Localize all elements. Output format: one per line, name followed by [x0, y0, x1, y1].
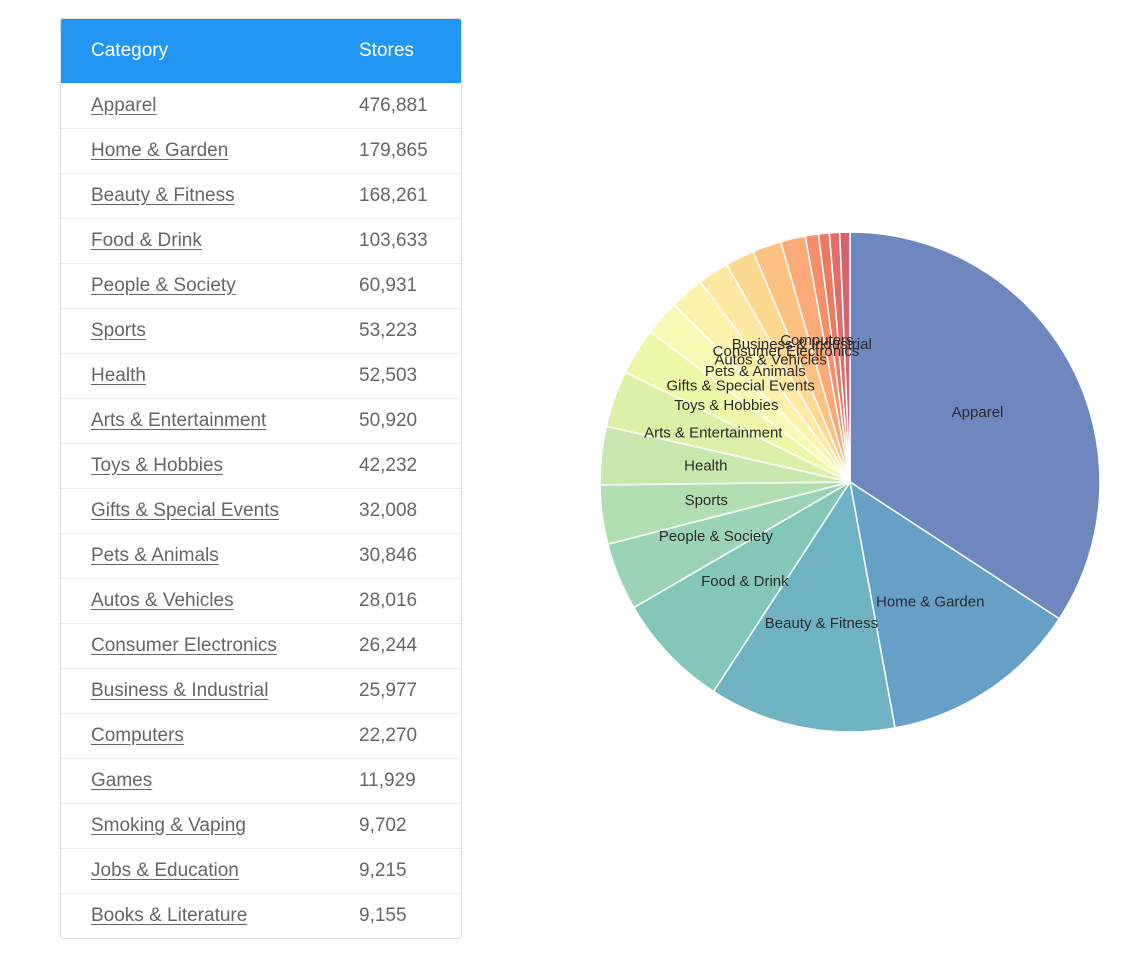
category-link[interactable]: Consumer Electronics — [91, 635, 277, 656]
pie-label: People & Society — [659, 528, 774, 545]
header-category: Category — [61, 19, 359, 83]
pie-label: Gifts & Special Events — [667, 378, 815, 395]
table-row: Business & Industrial 25,977 — [61, 668, 461, 714]
category-cell: Jobs & Education — [61, 848, 359, 894]
pie-label: Health — [684, 458, 727, 475]
category-cell: Toys & Hobbies — [61, 443, 359, 489]
category-link[interactable]: Business & Industrial — [91, 680, 268, 701]
table-row: Sports 53,223 — [61, 308, 461, 354]
category-link[interactable]: Arts & Entertainment — [91, 410, 266, 431]
stores-count: 53,223 — [359, 308, 461, 354]
category-cell: Business & Industrial — [61, 668, 359, 714]
category-link[interactable]: Food & Drink — [91, 230, 202, 251]
table-row: Computers 22,270 — [61, 713, 461, 759]
category-link[interactable]: Health — [91, 365, 146, 386]
pie-label: Apparel — [952, 404, 1004, 421]
stores-count: 60,931 — [359, 263, 461, 309]
category-link[interactable]: Beauty & Fitness — [91, 185, 235, 206]
stores-count: 9,155 — [359, 893, 461, 938]
table-row: Books & Literature 9,155 — [61, 893, 461, 938]
table-row: Games 11,929 — [61, 758, 461, 804]
category-cell: Consumer Electronics — [61, 623, 359, 669]
table-row: Home & Garden 179,865 — [61, 128, 461, 174]
category-cell: Autos & Vehicles — [61, 578, 359, 624]
category-table-card: Category Stores Apparel 476,881 Home & Gar… — [60, 18, 462, 939]
pie-label: Computers — [780, 332, 853, 349]
table-row: Pets & Animals 30,846 — [61, 533, 461, 579]
table-row: Health 52,503 — [61, 353, 461, 399]
category-cell: Computers — [61, 713, 359, 759]
category-link[interactable]: Computers — [91, 725, 184, 746]
table-header-row: Category Stores — [61, 19, 461, 83]
category-link[interactable]: Books & Literature — [91, 905, 247, 926]
pie-label: Food & Drink — [701, 573, 789, 590]
stores-count: 32,008 — [359, 488, 461, 534]
category-link[interactable]: Smoking & Vaping — [91, 815, 246, 836]
table-row: Food & Drink 103,633 — [61, 218, 461, 264]
stores-count: 26,244 — [359, 623, 461, 669]
category-cell: Pets & Animals — [61, 533, 359, 579]
category-cell: Books & Literature — [61, 893, 359, 938]
table-row: Apparel 476,881 — [61, 83, 461, 129]
table-row: Beauty & Fitness 168,261 — [61, 173, 461, 219]
pie-label: Toys & Hobbies — [674, 397, 778, 414]
stores-count: 179,865 — [359, 128, 461, 174]
table-row: Autos & Vehicles 28,016 — [61, 578, 461, 624]
stores-count: 168,261 — [359, 173, 461, 219]
pie-label: Arts & Entertainment — [644, 425, 783, 442]
category-cell: Beauty & Fitness — [61, 173, 359, 219]
table-row: Consumer Electronics 26,244 — [61, 623, 461, 669]
category-cell: People & Society — [61, 263, 359, 309]
category-cell: Health — [61, 353, 359, 399]
table-row: Toys & Hobbies 42,232 — [61, 443, 461, 489]
category-cell: Arts & Entertainment — [61, 398, 359, 444]
category-link[interactable]: Games — [91, 770, 152, 791]
stores-count: 9,702 — [359, 803, 461, 849]
stores-count: 103,633 — [359, 218, 461, 264]
table-row: Gifts & Special Events 32,008 — [61, 488, 461, 534]
stores-count: 52,503 — [359, 353, 461, 399]
stores-count: 22,270 — [359, 713, 461, 759]
stores-count: 11,929 — [359, 758, 461, 804]
pie-chart-container: Apparel Home & Garden Beauty & Fitness Food… — [560, 200, 1132, 760]
stores-count: 42,232 — [359, 443, 461, 489]
stores-count: 30,846 — [359, 533, 461, 579]
category-cell: Smoking & Vaping — [61, 803, 359, 849]
category-link[interactable]: Sports — [91, 320, 146, 341]
category-cell: Sports — [61, 308, 359, 354]
stores-count: 50,920 — [359, 398, 461, 444]
table-row: Arts & Entertainment 50,920 — [61, 398, 461, 444]
category-link[interactable]: People & Society — [91, 275, 236, 296]
stores-count: 25,977 — [359, 668, 461, 714]
pie-chart: Apparel Home & Garden Beauty & Fitness Food… — [599, 231, 1101, 733]
category-cell: Home & Garden — [61, 128, 359, 174]
category-link[interactable]: Gifts & Special Events — [91, 500, 279, 521]
stores-count: 28,016 — [359, 578, 461, 624]
category-cell: Food & Drink — [61, 218, 359, 264]
header-stores: Stores — [359, 19, 461, 83]
table-body: Apparel 476,881 Home & Garden 179,865 Beauty… — [61, 83, 461, 938]
category-link[interactable]: Autos & Vehicles — [91, 590, 234, 611]
category-link[interactable]: Apparel — [91, 95, 157, 116]
category-cell: Apparel — [61, 83, 359, 129]
stores-count: 9,215 — [359, 848, 461, 894]
table-row: People & Society 60,931 — [61, 263, 461, 309]
stores-count: 476,881 — [359, 94, 428, 116]
category-cell: Gifts & Special Events — [61, 488, 359, 534]
table-row: Smoking & Vaping 9,702 — [61, 803, 461, 849]
category-table: Category Stores Apparel 476,881 Home & Gar… — [61, 19, 461, 938]
category-cell: Games — [61, 758, 359, 804]
category-link[interactable]: Jobs & Education — [91, 860, 239, 881]
pie-label: Sports — [685, 492, 728, 509]
table-row: Jobs & Education 9,215 — [61, 848, 461, 894]
category-link[interactable]: Home & Garden — [91, 140, 228, 161]
pie-label: Beauty & Fitness — [765, 615, 878, 632]
pie-label: Home & Garden — [876, 594, 984, 611]
category-link[interactable]: Pets & Animals — [91, 545, 219, 566]
category-link[interactable]: Toys & Hobbies — [91, 455, 223, 476]
